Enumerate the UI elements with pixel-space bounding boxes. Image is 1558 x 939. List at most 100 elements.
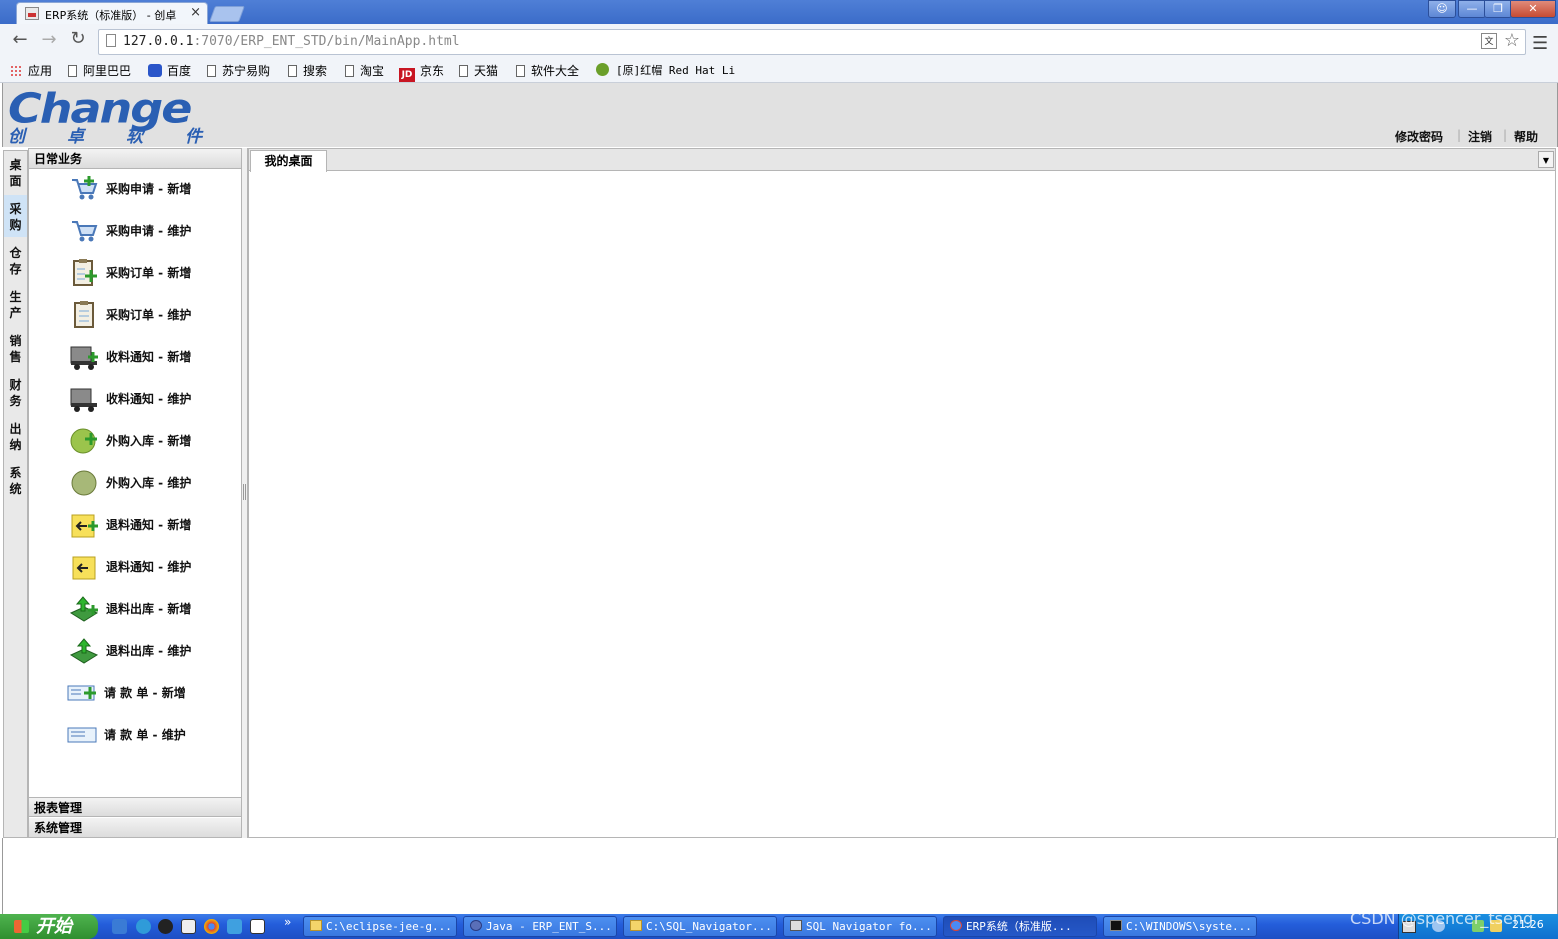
content-tab-strip	[249, 149, 1555, 171]
menu-purchase-order-new[interactable]: 采购订单 - 新增	[69, 255, 234, 289]
taskbar-item-erp-chrome[interactable]: ERP系统（标准版...	[943, 916, 1097, 937]
menu-return-outbound-maintain[interactable]: 退料出库 - 维护	[69, 633, 234, 667]
quicklaunch-desktop-icon[interactable]	[181, 919, 196, 934]
menu-return-notice-maintain[interactable]: 退料通知 - 维护	[69, 549, 234, 583]
bookmark-label: 京东	[420, 64, 445, 78]
taskbar-item-eclipse-folder[interactable]: C:\eclipse-jee-g...	[303, 916, 457, 937]
module-label: 桌面	[9, 158, 22, 188]
page-icon	[459, 65, 468, 77]
bookmark-label: [原]红帽 Red Hat Li	[616, 64, 736, 77]
page-icon	[345, 65, 354, 77]
translate-icon[interactable]: 文	[1481, 33, 1497, 49]
bookmark-alibaba[interactable]: 阿里巴巴	[68, 62, 131, 79]
menu-label: 请 款 单 - 新增	[104, 686, 186, 700]
bookmark-label: 天猫	[474, 64, 499, 78]
reload-icon[interactable]: ↻	[67, 28, 89, 49]
splitter-grip[interactable]	[243, 484, 246, 500]
taskbar-item-cmd[interactable]: C:\WINDOWS\syste...	[1103, 916, 1257, 937]
task-label: SQL Navigator fo...	[806, 920, 932, 933]
forward-arrow-icon[interactable]: →	[38, 29, 60, 50]
menu-purchase-inbound-maintain[interactable]: 外购入库 - 维护	[69, 465, 234, 499]
bookmark-label: 苏宁易购	[222, 64, 271, 78]
browser-tab-active[interactable]: ERP系统（标准版） - 创卓 ×	[16, 2, 208, 25]
bookmark-taobao[interactable]: 淘宝	[345, 62, 384, 79]
folder-icon	[630, 920, 642, 931]
tab-title: ERP系统（标准版） - 创卓	[45, 9, 177, 22]
quicklaunch-window-icon[interactable]	[250, 919, 265, 934]
bookmark-tmall[interactable]: 天猫	[459, 62, 498, 79]
tab-list-dropdown-icon[interactable]: ▼	[1538, 151, 1554, 168]
bookmark-apps[interactable]: 应用	[10, 62, 52, 79]
close-window-button[interactable]: ✕	[1510, 0, 1556, 18]
menu-purchase-request-maintain[interactable]: 采购申请 - 维护	[69, 213, 234, 247]
taskbar-item-java-eclipse[interactable]: Java - ERP_ENT_S...	[463, 916, 617, 937]
form-add-icon	[67, 685, 96, 701]
restore-button[interactable]: ❐	[1484, 0, 1512, 18]
user-icon[interactable]: ☺	[1428, 0, 1456, 18]
section-daily-business[interactable]: 日常业务	[29, 149, 241, 169]
module-finance[interactable]: 财务	[4, 377, 27, 409]
module-sales[interactable]: 销售	[4, 333, 27, 365]
back-arrow-icon[interactable]: ←	[9, 29, 31, 50]
module-warehouse[interactable]: 仓存	[4, 245, 27, 277]
link-separator: |	[1503, 128, 1508, 142]
bookmark-label: 搜索	[303, 64, 328, 78]
change-password-link[interactable]: 修改密码	[1395, 128, 1443, 145]
tab-close-icon[interactable]: ×	[190, 5, 201, 20]
start-label: 开始	[36, 916, 72, 937]
module-desktop[interactable]: 桌面	[4, 157, 27, 189]
menu-return-outbound-new[interactable]: 退料出库 - 新增	[69, 591, 234, 625]
address-bar[interactable]: 127.0.0.1:7070/ERP_ENT_STD/bin/MainApp.h…	[98, 29, 1526, 55]
module-nav: 桌面 采购 仓存 生产 销售 财务 出纳 系统	[3, 150, 28, 838]
module-system[interactable]: 系统	[4, 465, 27, 497]
help-link[interactable]: 帮助	[1514, 128, 1538, 145]
bookmark-redhat[interactable]: [原]红帽 Red Hat Li	[596, 62, 735, 78]
start-button[interactable]: 开始	[0, 914, 98, 939]
menu-receiving-notice-new[interactable]: 收料通知 - 新增	[69, 339, 234, 373]
bookmark-software[interactable]: 软件大全	[516, 62, 579, 79]
menu-label: 外购入库 - 新增	[106, 434, 192, 448]
module-cashier[interactable]: 出纳	[4, 421, 27, 453]
menu-return-notice-new[interactable]: 退料通知 - 新增	[69, 507, 234, 541]
menu-payment-request-maintain[interactable]: 请 款 单 - 维护	[67, 717, 232, 751]
quicklaunch-chrome-icon[interactable]	[204, 919, 219, 934]
logout-link[interactable]: 注销	[1468, 128, 1492, 145]
bookmark-baidu[interactable]: 百度	[148, 62, 191, 79]
truck-icon	[70, 388, 97, 412]
section-system-management[interactable]: 系统管理	[29, 818, 241, 838]
module-production[interactable]: 生产	[4, 289, 27, 321]
redhat-icon	[596, 63, 609, 76]
folder-icon	[310, 920, 322, 931]
quicklaunch-more-icon[interactable]: »	[284, 915, 291, 929]
menu-payment-request-new[interactable]: 请 款 单 - 新增	[67, 675, 232, 709]
quicklaunch-browser-icon[interactable]	[136, 919, 151, 934]
minimize-button[interactable]: —	[1458, 0, 1486, 18]
buy-badge-add-icon	[70, 428, 97, 454]
menu-label: 退料通知 - 新增	[106, 518, 192, 532]
tab-my-desktop[interactable]: 我的桌面	[250, 150, 327, 172]
section-report-management[interactable]: 报表管理	[29, 797, 241, 817]
menu-label: 退料出库 - 新增	[106, 602, 192, 616]
accordion-panel: 日常业务 采购申请 - 新增 采购申请 - 维护 采购订单 - 新增 采购订单 …	[28, 148, 242, 838]
bookmark-search[interactable]: 搜索	[288, 62, 327, 79]
menu-purchase-request-new[interactable]: 采购申请 - 新增	[69, 171, 234, 205]
browser-menu-icon[interactable]: ☰	[1532, 33, 1548, 54]
menu-label: 退料出库 - 维护	[106, 644, 192, 658]
quicklaunch-qq-icon[interactable]	[158, 919, 173, 934]
module-label: 出纳	[9, 422, 22, 452]
quicklaunch-ie-icon[interactable]	[112, 919, 127, 934]
taskbar-item-sqlnav-folder[interactable]: C:\SQL_Navigator...	[623, 916, 777, 937]
module-purchase[interactable]: 采购	[4, 195, 27, 237]
quicklaunch-app-icon[interactable]	[227, 919, 242, 934]
bookmark-star-icon[interactable]: ☆	[1504, 30, 1520, 51]
new-tab-button[interactable]	[209, 6, 245, 22]
taskbar-item-sql-navigator[interactable]: SQL Navigator fo...	[783, 916, 937, 937]
bookmark-suning[interactable]: 苏宁易购	[207, 62, 270, 79]
page-icon	[288, 65, 297, 77]
bookmark-label: 应用	[28, 64, 53, 78]
bookmark-jd[interactable]: JD 京东	[399, 62, 444, 82]
menu-purchase-inbound-new[interactable]: 外购入库 - 新增	[69, 423, 234, 457]
menu-purchase-order-maintain[interactable]: 采购订单 - 维护	[69, 297, 234, 331]
module-label: 销售	[9, 334, 22, 364]
menu-receiving-notice-maintain[interactable]: 收料通知 - 维护	[69, 381, 234, 415]
